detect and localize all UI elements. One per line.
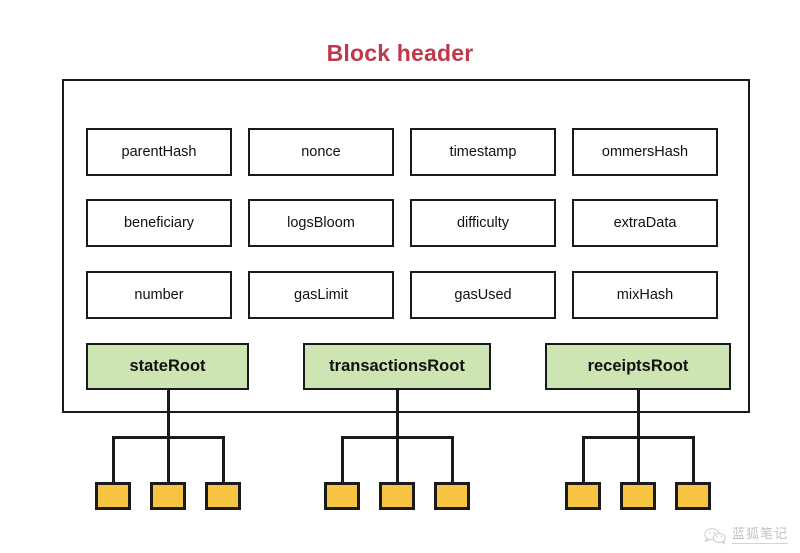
header-field-label: logsBloom	[287, 215, 355, 231]
header-field-gaslimit: gasLimit	[248, 271, 394, 319]
header-field-label: difficulty	[456, 215, 510, 231]
wechat-icon	[703, 527, 726, 545]
root-node-label: stateRoot	[129, 357, 206, 375]
diagram-canvas: Block header parentHash nonce timestamp omm…	[0, 0, 800, 553]
root-node-receiptsroot: receiptsRoot	[545, 343, 731, 390]
header-field-ommershash: ommersHash	[572, 128, 718, 176]
header-field-timestamp: timestamp	[410, 128, 556, 176]
tree-leg-transactionsroot-1	[341, 437, 344, 482]
tree-stem-transactionsroot	[396, 390, 399, 437]
tree-leg-receiptsroot-3	[692, 437, 695, 482]
header-field-parenthash: parentHash	[86, 128, 232, 176]
watermark-text: 蓝狐笔记	[731, 527, 788, 545]
tree-leg-transactionsroot-3	[451, 437, 454, 482]
leaf-node-transactionsroot-3	[434, 482, 470, 510]
leaf-node-transactionsroot-1	[324, 482, 360, 510]
header-field-beneficiary: beneficiary	[86, 199, 232, 247]
leaf-node-receiptsroot-3	[675, 482, 711, 510]
leaf-node-stateroot-2	[150, 482, 186, 510]
leaf-node-receiptsroot-1	[565, 482, 601, 510]
header-field-label: beneficiary	[123, 215, 195, 231]
watermark: 蓝狐笔记	[703, 527, 788, 545]
root-node-label: transactionsRoot	[329, 357, 465, 375]
tree-leg-stateroot-1	[112, 437, 115, 482]
root-node-transactionsroot: transactionsRoot	[303, 343, 491, 390]
leaf-node-stateroot-3	[205, 482, 241, 510]
leaf-node-transactionsroot-2	[379, 482, 415, 510]
header-field-label: extraData	[613, 215, 677, 231]
header-field-label: parentHash	[121, 144, 197, 160]
root-node-label: receiptsRoot	[587, 357, 689, 375]
tree-leg-transactionsroot-2	[396, 437, 399, 482]
root-node-stateroot: stateRoot	[86, 343, 249, 390]
header-field-label: mixHash	[616, 287, 674, 303]
tree-leg-receiptsroot-2	[637, 437, 640, 482]
header-field-label: gasUsed	[454, 287, 512, 303]
leaf-node-receiptsroot-2	[620, 482, 656, 510]
header-field-logsbloom: logsBloom	[248, 199, 394, 247]
header-field-nonce: nonce	[248, 128, 394, 176]
header-field-label: timestamp	[449, 144, 517, 160]
tree-stem-receiptsroot	[637, 390, 640, 437]
header-field-label: nonce	[301, 144, 341, 160]
header-field-difficulty: difficulty	[410, 199, 556, 247]
tree-leg-stateroot-2	[167, 437, 170, 482]
header-field-extradata: extraData	[572, 199, 718, 247]
leaf-node-stateroot-1	[95, 482, 131, 510]
header-field-mixhash: mixHash	[572, 271, 718, 319]
header-field-label: number	[134, 287, 184, 303]
tree-stem-stateroot	[167, 390, 170, 437]
header-field-label: ommersHash	[601, 144, 689, 160]
header-field-label: gasLimit	[294, 287, 348, 303]
tree-leg-receiptsroot-1	[582, 437, 585, 482]
header-field-gasused: gasUsed	[410, 271, 556, 319]
header-field-number: number	[86, 271, 232, 319]
tree-leg-stateroot-3	[222, 437, 225, 482]
page-title: Block header	[326, 40, 474, 66]
